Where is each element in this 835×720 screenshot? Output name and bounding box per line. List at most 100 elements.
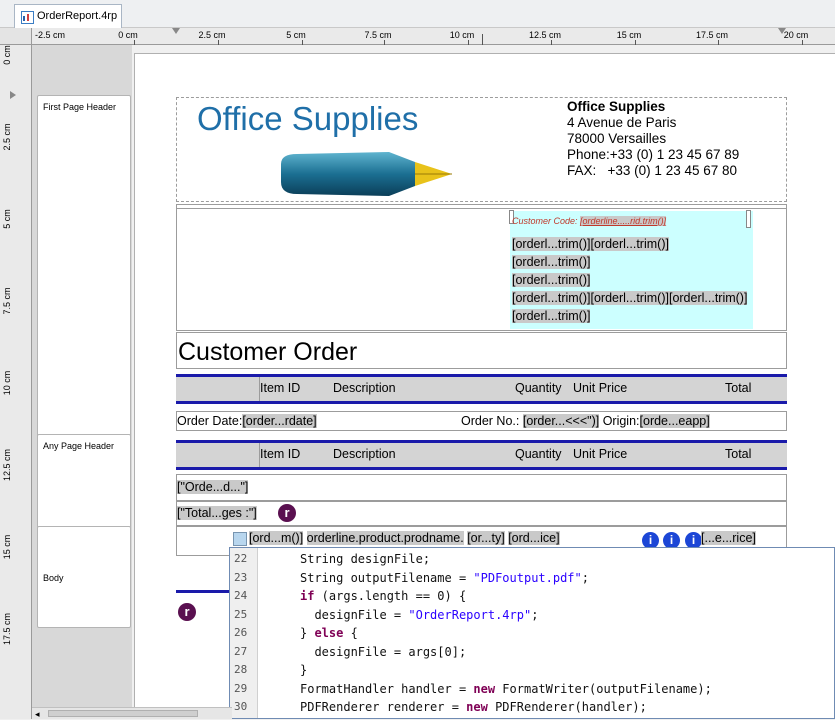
customer-code-line: Customer Code: [orderline.....rid.trim()… (512, 216, 667, 226)
group-field: ["Orde...d..."] (177, 480, 249, 494)
ruler-label: 15 cm (2, 534, 12, 560)
detail-field[interactable]: [or...ty] (467, 531, 505, 545)
horizontal-scrollbar[interactable]: ◂ (32, 707, 232, 719)
ruler-label: 5 cm (286, 30, 306, 40)
code-line[interactable]: } (300, 663, 307, 677)
column-quantity: Quantity (515, 381, 562, 395)
detail-field[interactable]: orderline.product.prodname. (306, 531, 464, 545)
fax-line: FAX: +33 (0) 1 23 45 67 80 (567, 163, 738, 178)
column-total: Total (725, 381, 752, 395)
vertical-ruler[interactable]: 0 cm 2.5 cm 5 cm 7.5 cm 10 cm 12.5 cm 15… (0, 45, 32, 719)
detail-field[interactable]: [...e...rice] (701, 531, 756, 545)
section-label: Any Page Header (43, 441, 115, 451)
column-quantity: Quantity (515, 447, 562, 461)
column-unit-price: Unit Price (573, 381, 628, 395)
total-pages-row[interactable] (176, 501, 787, 526)
code-line[interactable]: FormatHandler handler = new FormatWriter… (300, 682, 712, 696)
ruler-label: 15 cm (616, 30, 642, 40)
code-line[interactable]: designFile = args[0]; (300, 645, 466, 659)
line-number: 28 (234, 663, 248, 676)
line-number: 22 (234, 552, 248, 565)
address-line: 4 Avenue de Paris (567, 115, 677, 130)
fountain-pen-logo-icon (281, 152, 452, 196)
line-number: 30 (234, 700, 248, 713)
horizontal-ruler[interactable]: -2.5 cm 0 cm 2.5 cm 5 cm 7.5 cm 10 cm 12… (32, 28, 835, 45)
ruler-label: 17.5 cm (695, 30, 729, 40)
code-line[interactable]: String designFile; (300, 552, 430, 566)
code-line[interactable]: designFile = "OrderReport.4rp"; (300, 608, 538, 622)
left-margin-marker-icon[interactable] (172, 28, 180, 34)
tab-title: OrderReport.4rp (37, 10, 118, 22)
company-address-block: Office Supplies 4 Avenue de Paris 78000 … (567, 99, 767, 179)
ruler-label: 12.5 cm (2, 448, 12, 482)
company-logo-text: Office Supplies (197, 100, 419, 137)
ruler-label: -2.5 cm (34, 30, 66, 40)
scrollbar-thumb[interactable] (48, 710, 198, 717)
column-item-id: Item ID (260, 381, 301, 395)
code-line[interactable]: if (args.length == 0) { (300, 589, 466, 603)
code-line[interactable]: } else { (300, 626, 358, 640)
address-field[interactable]: [orderl...trim()] (590, 237, 669, 251)
customer-top-band (176, 204, 787, 209)
ruler-label: 10 cm (2, 370, 12, 396)
top-margin-marker-icon[interactable] (10, 91, 16, 99)
blue-rule (176, 401, 787, 404)
address-field[interactable]: [orderl...trim()] (668, 291, 748, 305)
line-number: 27 (234, 644, 248, 658)
address-field[interactable]: [orderl...trim()] (512, 291, 591, 305)
section-body[interactable]: Body (37, 526, 131, 628)
ruler-label: 7.5 cm (364, 30, 392, 40)
order-number-origin: Order No.: [order...<<<")] Origin:[orde.… (461, 414, 710, 428)
detail-fields: [ord...m()] orderline.product.prodname. … (249, 531, 560, 545)
ruler-label: 12.5 cm (528, 30, 562, 40)
scroll-left-arrow-icon[interactable]: ◂ (35, 709, 40, 720)
customer-address-fields: [orderl...trim()][orderl...trim()] [orde… (512, 235, 748, 325)
section-any-page-header[interactable]: Any Page Header (37, 434, 131, 528)
ruler-label: 7.5 cm (2, 287, 12, 315)
ruler-label: 0 cm (2, 45, 12, 65)
blue-rule (176, 590, 230, 593)
code-line[interactable]: PDFRenderer renderer = new PDFRenderer(h… (300, 700, 647, 714)
blue-rule (176, 467, 787, 470)
order-date: Order Date:[order...rdate] (177, 414, 317, 428)
section-label: Body (43, 573, 64, 583)
line-number: 26 (234, 626, 248, 639)
detail-field[interactable]: [ord...m()] (249, 531, 304, 545)
ruler-corner (0, 28, 32, 45)
column-description: Description (333, 447, 396, 461)
column-header-cell (176, 377, 260, 401)
line-number: 24 (234, 589, 248, 602)
ruler-label: 2.5 cm (2, 123, 12, 151)
column-header-cell (176, 443, 260, 467)
detail-field[interactable]: [ord...ice] (508, 531, 560, 545)
document-tab-bar: OrderReport.4rp (0, 0, 835, 28)
company-name: Office Supplies (567, 99, 666, 114)
resize-handle[interactable] (746, 210, 751, 228)
ruler-label: 2.5 cm (198, 30, 226, 40)
code-line[interactable]: String outputFilename = "PDFoutput.pdf"; (300, 571, 589, 585)
right-margin-marker-icon[interactable] (778, 28, 786, 34)
report-file-icon (21, 11, 34, 24)
phone-line: Phone:+33 (0) 1 23 45 67 89 (567, 147, 740, 162)
line-number: 23 (234, 570, 248, 584)
section-label: First Page Header (43, 102, 117, 112)
image-placeholder-icon[interactable] (233, 532, 247, 546)
page-number-icon[interactable]: r (178, 603, 196, 621)
section-first-page-header[interactable]: First Page Header (37, 95, 131, 480)
section-panel: First Page Header Any Page Header Body (32, 45, 132, 719)
tab-order-report[interactable]: OrderReport.4rp (14, 4, 122, 28)
address-field[interactable]: [orderl...trim()] (512, 255, 591, 269)
code-editor-window[interactable]: 22 String designFile; 23 String outputFilen… (229, 547, 835, 719)
address-line: 78000 Versailles (567, 131, 667, 146)
total-pages-field: ["Total...ges :"] (177, 506, 257, 520)
address-field[interactable]: [orderl...trim()] (512, 273, 591, 287)
ruler-label: 20 cm (783, 30, 809, 40)
group-row[interactable] (176, 474, 787, 501)
address-field[interactable]: [orderl...trim()] (512, 237, 591, 251)
address-field[interactable]: [orderl...trim()] (512, 309, 591, 323)
ruler-label: 0 cm (118, 30, 138, 40)
column-unit-price: Unit Price (573, 447, 628, 461)
line-number: 29 (234, 681, 248, 695)
page-number-icon[interactable]: r (278, 504, 296, 522)
address-field[interactable]: [orderl...trim()] (590, 291, 669, 305)
